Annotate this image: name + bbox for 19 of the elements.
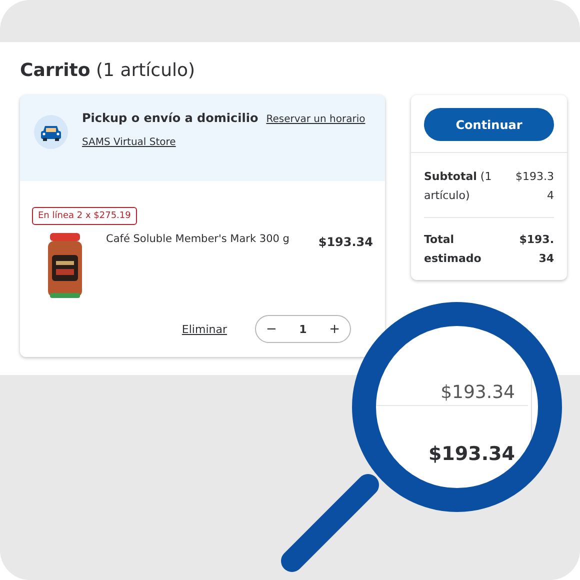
- magnified-subtotal: $193.34: [440, 382, 515, 403]
- total-value: $193.34: [518, 232, 554, 267]
- cart-title: Carrito (1 artículo): [20, 60, 196, 81]
- subtotal-label: Subtotal (1 artículo): [424, 169, 493, 204]
- store-link[interactable]: SAMS Virtual Store: [82, 137, 366, 148]
- magnified-total: $193.34: [428, 443, 515, 465]
- quantity-value: 1: [299, 322, 307, 336]
- remove-link[interactable]: Eliminar: [182, 322, 227, 336]
- product-name: Café Soluble Member's Mark 300 g: [106, 232, 290, 247]
- increase-button[interactable]: +: [325, 322, 344, 336]
- decrease-button[interactable]: −: [262, 322, 281, 336]
- fulfillment-title: Pickup o envío a domicilio: [82, 111, 258, 125]
- reserve-time-link[interactable]: Reservar un horario: [266, 114, 366, 125]
- subtotal-value: $193.34: [514, 169, 554, 204]
- total-label: Total estimado: [424, 232, 482, 267]
- item-price: $193.34: [318, 234, 373, 251]
- continue-button[interactable]: Continuar: [424, 108, 554, 141]
- car-icon: [34, 115, 68, 149]
- price-badge: En línea 2 x $275.19: [32, 207, 137, 225]
